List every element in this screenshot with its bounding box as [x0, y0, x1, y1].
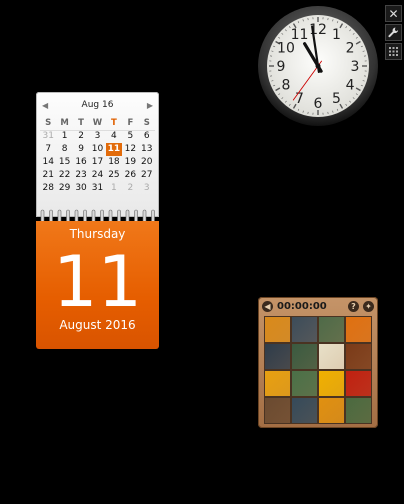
calendar-day[interactable]: 23 — [73, 169, 89, 182]
calendar-day[interactable]: 4 — [106, 130, 122, 143]
clock-gadget[interactable]: 12 1 2 3 4 5 6 7 8 9 10 11 — [257, 5, 379, 127]
calendar-day[interactable]: 10 — [89, 143, 105, 156]
calendar-grid: S M T W T F S 31 1 2 3 4 5 6 7 8 9 10 11 12 13 14 15 16 17 18 19 20… — [40, 117, 155, 195]
calendar-day[interactable]: 31 — [40, 130, 56, 143]
calendar-day[interactable]: 13 — [139, 143, 155, 156]
puzzle-tile[interactable] — [345, 370, 372, 397]
clock-number: 8 — [281, 78, 290, 94]
weekday-header: S — [143, 118, 150, 128]
puzzle-options-icon[interactable]: ✦ — [363, 300, 374, 312]
calendar-day[interactable]: 21 — [40, 169, 56, 182]
calendar-day[interactable]: 2 — [122, 182, 138, 195]
clock-number: 5 — [332, 91, 341, 107]
puzzle-tile[interactable] — [264, 316, 291, 343]
clock-number: 3 — [351, 59, 360, 75]
clock-number: 11 — [291, 27, 309, 43]
puzzle-tile[interactable] — [318, 316, 345, 343]
calendar-day[interactable]: 1 — [56, 130, 72, 143]
next-month-icon[interactable]: ▶ — [147, 101, 153, 110]
calendar-day[interactable]: 3 — [89, 130, 105, 143]
puzzle-tile[interactable] — [264, 343, 291, 370]
puzzle-tile[interactable] — [318, 370, 345, 397]
puzzle-tile[interactable] — [291, 343, 318, 370]
puzzle-tile[interactable] — [318, 397, 345, 424]
calendar-day[interactable]: 12 — [122, 143, 138, 156]
calendar-day[interactable]: 3 — [139, 182, 155, 195]
weekday-header: F — [127, 118, 134, 128]
calendar-header: ◀ Aug 16 ▶ — [36, 98, 159, 112]
puzzle-tile[interactable] — [291, 397, 318, 424]
calendar-day[interactable]: 6 — [139, 130, 155, 143]
puzzle-board — [264, 316, 372, 424]
calendar-day[interactable]: 19 — [122, 156, 138, 169]
puzzle-tile[interactable] — [291, 370, 318, 397]
calendar-month-year: August 2016 — [59, 318, 136, 332]
clock-center-pin — [315, 63, 321, 69]
puzzle-header: ◀ 00:00:00 ? ✦ — [262, 299, 374, 313]
calendar-day[interactable]: 17 — [89, 156, 105, 169]
calendar-day[interactable]: 26 — [122, 169, 138, 182]
puzzle-tile[interactable] — [345, 316, 372, 343]
puzzle-tile[interactable] — [291, 316, 318, 343]
puzzle-tile[interactable] — [318, 343, 345, 370]
weekday-header: M — [60, 118, 69, 128]
calendar-day[interactable]: 30 — [73, 182, 89, 195]
clock-number: 7 — [295, 91, 304, 107]
puzzle-tile[interactable] — [264, 397, 291, 424]
calendar-month-label: Aug 16 — [81, 100, 114, 110]
calendar-day-view[interactable]: Thursday 11 August 2016 — [36, 221, 159, 349]
drag-handle-icon[interactable] — [385, 43, 402, 60]
calendar-day[interactable]: 25 — [106, 169, 122, 182]
weekday-header: T — [111, 118, 117, 128]
calendar-day[interactable]: 14 — [40, 156, 56, 169]
clock-number: 4 — [346, 78, 355, 94]
weekday-header: S — [45, 118, 52, 128]
wrench-icon[interactable] — [385, 24, 402, 41]
calendar-day[interactable]: 18 — [106, 156, 122, 169]
close-icon[interactable]: ✕ — [385, 5, 402, 22]
weekday-header: T — [78, 118, 84, 128]
puzzle-tile[interactable] — [345, 343, 372, 370]
calendar-day[interactable]: 7 — [40, 143, 56, 156]
calendar-day[interactable]: 28 — [40, 182, 56, 195]
clock-number: 9 — [277, 59, 286, 75]
calendar-day[interactable]: 16 — [73, 156, 89, 169]
calendar-day[interactable]: 5 — [122, 130, 138, 143]
weekday-header: W — [92, 118, 103, 128]
calendar-day[interactable]: 1 — [106, 182, 122, 195]
gadget-controls: ✕ — [385, 5, 403, 62]
calendar-day[interactable]: 8 — [56, 143, 72, 156]
calendar-day[interactable]: 22 — [56, 169, 72, 182]
puzzle-tile[interactable] — [345, 397, 372, 424]
calendar-day[interactable]: 27 — [139, 169, 155, 182]
calendar-month-view: ◀ Aug 16 ▶ S M T W T F S 31 1 2 3 4 5 6 7 8 9 10 11 12 13 14 1… — [36, 92, 159, 217]
puzzle-tile[interactable] — [264, 370, 291, 397]
calendar-day[interactable]: 31 — [89, 182, 105, 195]
picture-puzzle-gadget[interactable]: ◀ 00:00:00 ? ✦ — [258, 297, 378, 428]
calendar-day[interactable]: 20 — [139, 156, 155, 169]
calendar-weekday-name: Thursday — [69, 227, 126, 241]
clock-number: 1 — [332, 27, 341, 43]
calendar-day[interactable]: 15 — [56, 156, 72, 169]
puzzle-timer: 00:00:00 — [277, 300, 327, 312]
clock-number: 2 — [346, 41, 355, 57]
clock-face: 12 1234567891011 — [258, 6, 378, 126]
calendar-day[interactable]: 24 — [89, 169, 105, 182]
calendar-day-today[interactable]: 11 — [105, 143, 123, 156]
calendar-day[interactable]: 29 — [56, 182, 72, 195]
clock-number: 6 — [314, 96, 323, 112]
calendar-day[interactable]: 2 — [73, 130, 89, 143]
prev-month-icon[interactable]: ◀ — [42, 101, 48, 110]
calendar-day[interactable]: 9 — [73, 143, 89, 156]
calendar-day-number: 11 — [52, 241, 143, 323]
calendar-gadget[interactable]: ◀ Aug 16 ▶ S M T W T F S 31 1 2 3 4 5 6 7 8 9 10 11 12 13 14 1… — [36, 92, 159, 350]
puzzle-back-icon[interactable]: ◀ — [262, 300, 273, 312]
help-icon[interactable]: ? — [348, 300, 359, 312]
